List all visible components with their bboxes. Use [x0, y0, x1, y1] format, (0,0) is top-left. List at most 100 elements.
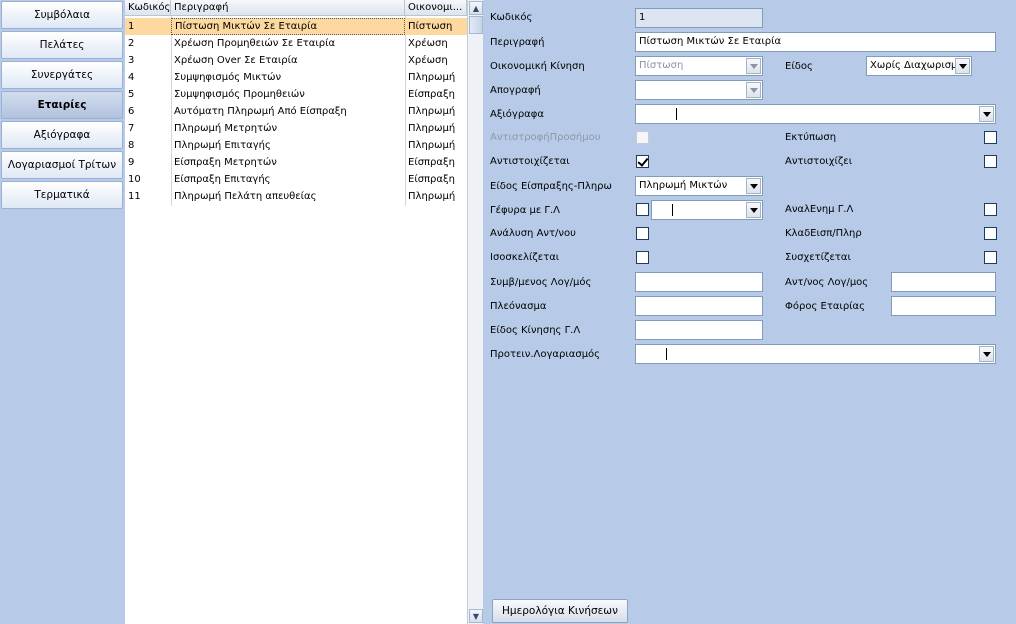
- sign-reversal-checkbox[interactable]: [636, 131, 649, 144]
- gl-movement-type-field[interactable]: [635, 320, 763, 340]
- matches-checkbox[interactable]: [984, 155, 997, 168]
- collection-type-label: Είδος Είσπραξης-Πληρω: [490, 181, 612, 192]
- chevron-down-icon[interactable]: [746, 58, 761, 74]
- cell-code: 9: [128, 157, 135, 168]
- chevron-down-icon[interactable]: [746, 82, 761, 98]
- cell-movement: Πληρωμή: [408, 140, 456, 151]
- securities-label: Αξιόγραφα: [490, 109, 544, 120]
- securities-select[interactable]: [635, 104, 996, 124]
- sidebar-item-contracts[interactable]: Συμβόλαια: [1, 1, 123, 29]
- collection-type-value: Πληρωμή Μικτών: [639, 180, 728, 191]
- chevron-down-icon[interactable]: [746, 202, 761, 218]
- is-related-checkbox[interactable]: [984, 251, 997, 264]
- cell-code: 6: [128, 106, 135, 117]
- table-row[interactable]: 5 Συμψηφισμός Προμηθειών Είσπραξη: [125, 86, 467, 103]
- chevron-down-icon[interactable]: [979, 106, 994, 122]
- suggested-account-select[interactable]: [635, 344, 996, 364]
- is-matched-label: Αντιστοιχίζεται: [490, 156, 570, 167]
- cell-description: Χρέωση Προμηθειών Σε Εταιρία: [174, 38, 336, 49]
- table-row[interactable]: 1 Πίστωση Μικτών Σε Εταιρία Πίστωση: [125, 18, 467, 35]
- analysis-checkbox[interactable]: [636, 227, 649, 240]
- table-row[interactable]: 3 Χρέωση Over Σε Εταιρία Χρέωση: [125, 52, 467, 69]
- description-field[interactable]: Πίστωση Μικτών Σε Εταιρία: [635, 32, 996, 52]
- cell-code: 2: [128, 38, 135, 49]
- cell-movement: Είσπραξη: [408, 89, 455, 100]
- movement-types-grid: Κωδικός Περιγραφή Οικονομι... 1 Πίστωση …: [125, 0, 467, 624]
- cell-description: Είσπραξη Μετρητών: [174, 157, 277, 168]
- chevron-down-icon[interactable]: [746, 178, 761, 194]
- scroll-up-icon[interactable]: ▲: [469, 1, 483, 15]
- economic-movement-select[interactable]: Πίστωση: [635, 56, 763, 76]
- counter-account-field[interactable]: [891, 272, 996, 292]
- cell-description: Χρέωση Over Σε Εταιρία: [174, 55, 298, 66]
- gl-bridge-select[interactable]: [651, 200, 763, 220]
- text-caret: [676, 108, 677, 120]
- surplus-field[interactable]: [635, 296, 763, 316]
- table-row[interactable]: 6 Αυτόματη Πληρωμή Από Είσπραξη Πληρωμή: [125, 103, 467, 120]
- sidebar-item-terminals[interactable]: Τερματικά: [1, 181, 123, 209]
- cell-movement: Πληρωμή: [408, 72, 456, 83]
- company-tax-field[interactable]: [891, 296, 996, 316]
- column-header-code[interactable]: Κωδικός: [125, 0, 171, 16]
- type-select[interactable]: Χωρίς Διαχωρισμό: [866, 56, 972, 76]
- table-row[interactable]: 2 Χρέωση Προμηθειών Σε Εταιρία Χρέωση: [125, 35, 467, 52]
- table-row[interactable]: 8 Πληρωμή Επιταγής Πληρωμή: [125, 137, 467, 154]
- table-row[interactable]: 9 Είσπραξη Μετρητών Είσπραξη: [125, 154, 467, 171]
- gl-bridge-checkbox[interactable]: [636, 203, 649, 216]
- cell-movement: Χρέωση: [408, 55, 448, 66]
- cell-description: Πληρωμή Πελάτη απευθείας: [174, 191, 317, 202]
- cell-code: 7: [128, 123, 135, 134]
- gl-update-label: ΑναλΕνημ Γ.Λ: [785, 204, 854, 215]
- cell-code: 11: [128, 191, 141, 202]
- table-row[interactable]: 4 Συμψηφισμός Μικτών Πληρωμή: [125, 69, 467, 86]
- gl-update-checkbox[interactable]: [984, 203, 997, 216]
- cell-description: Είσπραξη Επιταγής: [174, 174, 271, 185]
- column-header-description[interactable]: Περιγραφή: [171, 0, 405, 16]
- gl-bridge-label: Γέφυρα με Γ.Λ: [490, 205, 561, 216]
- branch-payment-checkbox[interactable]: [984, 227, 997, 240]
- suggested-account-label: Προτειν.Λογαριασμός: [490, 349, 601, 360]
- sign-reversal-label: ΑντιστροφήΠροσήμου: [490, 132, 601, 143]
- sidebar-item-customers[interactable]: Πελάτες: [1, 31, 123, 59]
- code-label: Κωδικός: [490, 12, 533, 23]
- cell-movement: Χρέωση: [408, 38, 448, 49]
- cell-code: 8: [128, 140, 135, 151]
- description-label: Περιγραφή: [490, 37, 545, 48]
- matches-label: Αντιστοιχίζει: [785, 156, 853, 167]
- type-label: Είδος: [785, 61, 813, 72]
- movement-journals-button[interactable]: Ημερολόγια Κινήσεων: [492, 599, 628, 623]
- table-row[interactable]: 10 Είσπραξη Επιταγής Είσπραξη: [125, 171, 467, 188]
- collection-type-select[interactable]: Πληρωμή Μικτών: [635, 176, 763, 196]
- inventory-select[interactable]: [635, 80, 763, 100]
- code-field[interactable]: 1: [635, 8, 763, 28]
- company-tax-label: Φόρος Εταιρίας: [785, 301, 866, 312]
- grid-scrollbar[interactable]: ▲ ▼: [467, 0, 483, 624]
- is-balanced-label: Ισοσκελίζεται: [490, 252, 560, 263]
- contract-account-field[interactable]: [635, 272, 763, 292]
- is-balanced-checkbox[interactable]: [636, 251, 649, 264]
- inventory-label: Απογραφή: [490, 85, 541, 96]
- column-header-economic-movement[interactable]: Οικονομι...: [405, 0, 467, 16]
- sidebar-item-securities[interactable]: Αξιόγραφα: [1, 121, 123, 149]
- sidebar-item-companies[interactable]: Εταιρίες: [1, 91, 123, 119]
- chevron-down-icon[interactable]: [979, 346, 994, 362]
- detail-form: Κωδικός 1 Περιγραφή Πίστωση Μικτών Σε Ετ…: [483, 0, 1016, 624]
- print-checkbox[interactable]: [984, 131, 997, 144]
- sidebar-item-third-party-accounts[interactable]: Λογαριασμοί Τρίτων: [1, 151, 123, 179]
- chevron-down-icon[interactable]: [955, 58, 970, 74]
- cell-code: 10: [128, 174, 141, 185]
- contract-account-label: Συμβ/μενος Λογ/μός: [490, 277, 592, 288]
- cell-code: 5: [128, 89, 135, 100]
- scroll-thumb[interactable]: [469, 16, 483, 34]
- is-related-label: Συσχετίζεται: [785, 252, 851, 263]
- table-row[interactable]: 11 Πληρωμή Πελάτη απευθείας Πληρωμή: [125, 188, 467, 205]
- sidebar-item-partners[interactable]: Συνεργάτες: [1, 61, 123, 89]
- cell-description: Πληρωμή Επιταγής: [174, 140, 271, 151]
- scroll-down-icon[interactable]: ▼: [469, 609, 483, 623]
- table-row[interactable]: 7 Πληρωμή Μετρητών Πληρωμή: [125, 120, 467, 137]
- cell-movement: Είσπραξη: [408, 157, 455, 168]
- cell-description: Συμψηφισμός Μικτών: [174, 72, 282, 83]
- cell-description: Αυτόματη Πληρωμή Από Είσπραξη: [174, 106, 347, 117]
- branch-payment-label: ΚλαδΕισπ/Πληρ: [785, 228, 862, 239]
- is-matched-checkbox[interactable]: [636, 155, 649, 168]
